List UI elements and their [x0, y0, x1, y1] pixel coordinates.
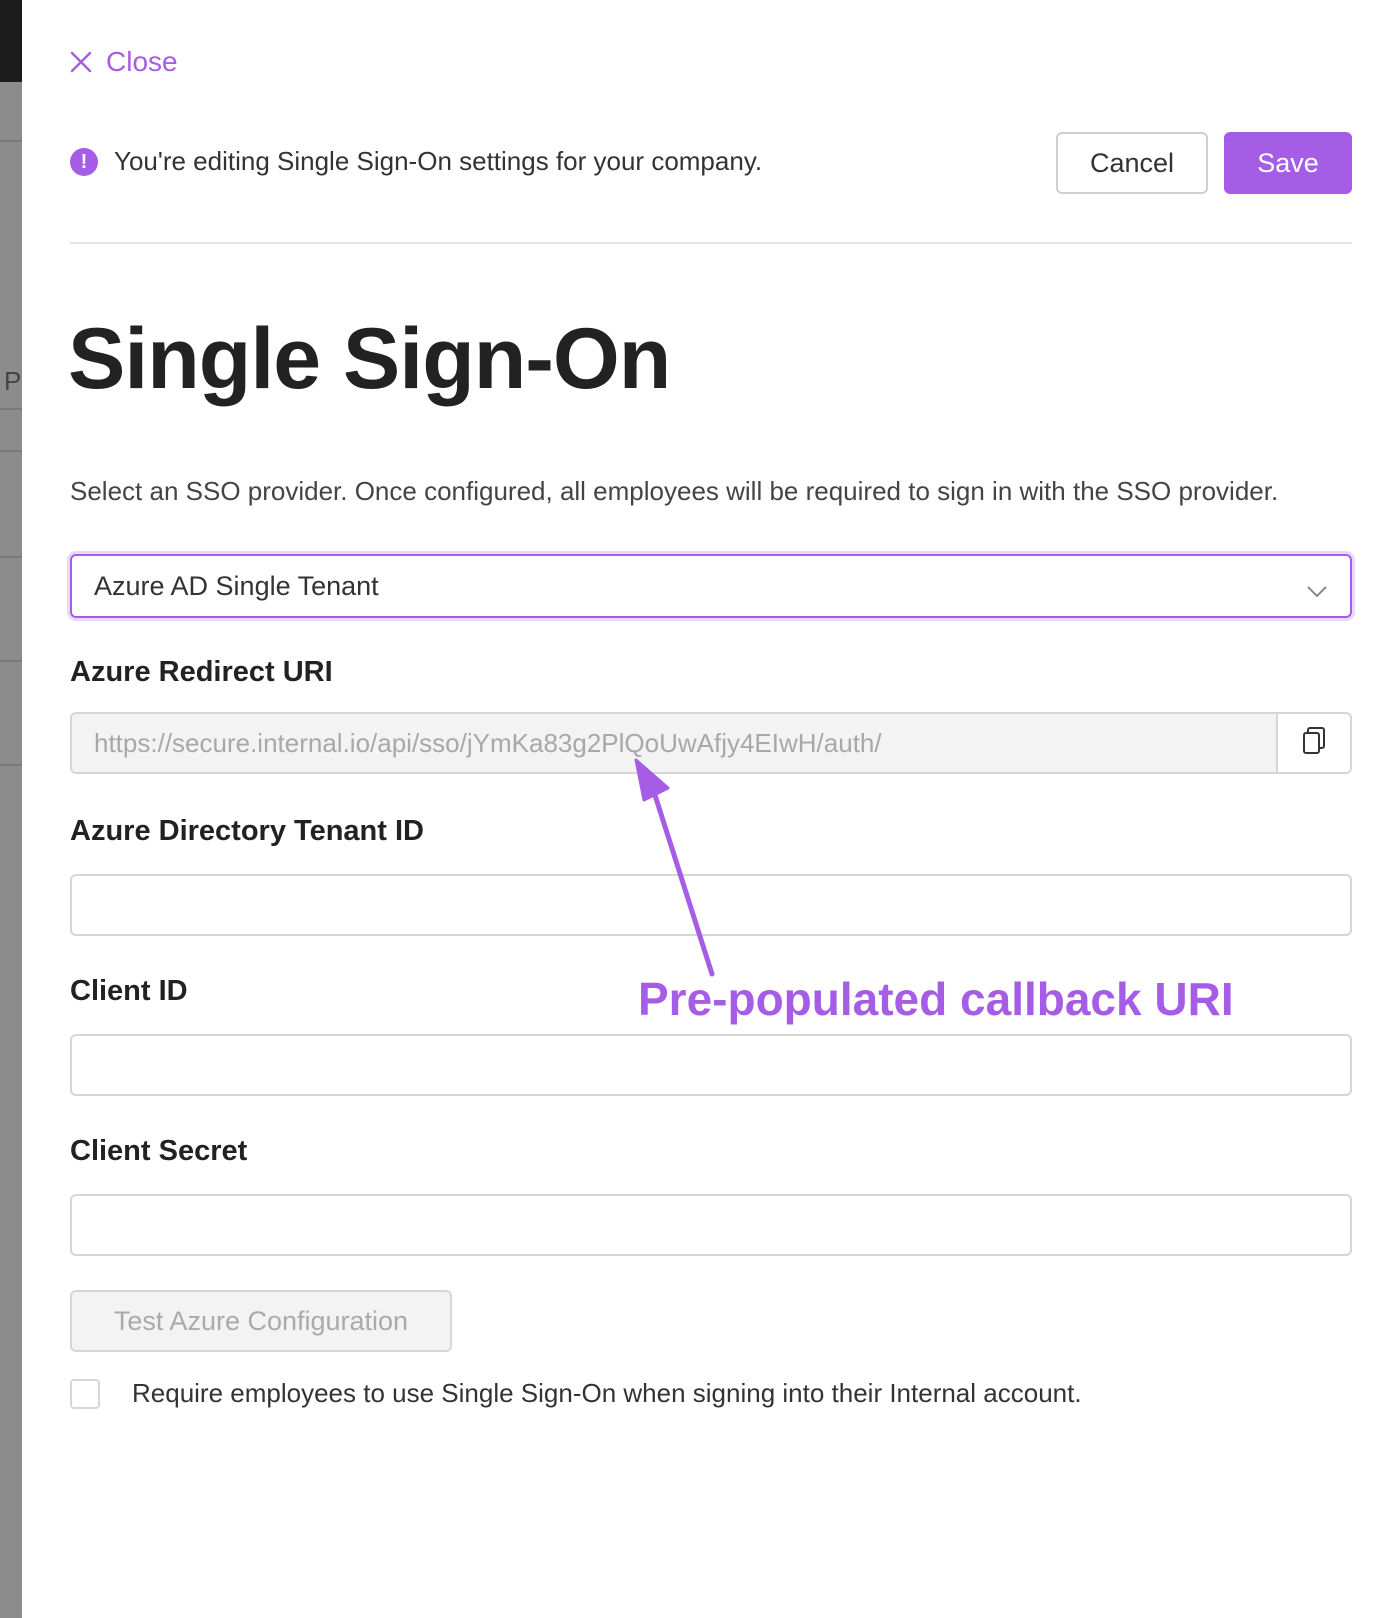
tenant-id-label: Azure Directory Tenant ID: [70, 815, 424, 847]
chevron-down-icon: [1306, 575, 1328, 606]
page-title: Single Sign-On: [68, 311, 671, 407]
background-divider: [0, 660, 22, 662]
require-sso-checkbox[interactable]: [70, 1378, 100, 1409]
copy-uri-button[interactable]: [1276, 714, 1350, 772]
editing-notice: ! You're editing Single Sign-On settings…: [70, 146, 762, 177]
page-description: Select an SSO provider. Once configured,…: [70, 476, 1279, 506]
background-app-strip: [0, 0, 22, 1618]
background-partial-text: P: [4, 366, 22, 396]
client-id-label: Client ID: [70, 975, 188, 1007]
client-id-input[interactable]: [70, 1034, 1352, 1096]
background-divider: [0, 450, 22, 452]
close-button[interactable]: Close: [70, 46, 178, 78]
client-secret-label: Client Secret: [70, 1135, 248, 1167]
require-sso-label: Require employees to use Single Sign-On …: [132, 1378, 1082, 1408]
sso-provider-value: Azure AD Single Tenant: [94, 570, 379, 601]
save-button[interactable]: Save: [1224, 132, 1352, 194]
background-divider: [0, 556, 22, 558]
test-configuration-button[interactable]: Test Azure Configuration: [70, 1290, 452, 1352]
callback-uri-annotation: Pre-populated callback URI: [638, 973, 1234, 1025]
close-icon: [70, 51, 92, 73]
background-app-header: [0, 0, 22, 82]
background-divider: [0, 764, 22, 766]
copy-icon: [1301, 726, 1327, 761]
notice-text: You're editing Single Sign-On settings f…: [114, 146, 763, 176]
sso-provider-select[interactable]: Azure AD Single Tenant: [70, 554, 1352, 618]
client-secret-input[interactable]: [70, 1194, 1352, 1256]
close-label: Close: [106, 46, 178, 77]
header-divider: [70, 242, 1352, 244]
redirect-uri-label: Azure Redirect URI: [70, 656, 333, 688]
info-icon: !: [70, 147, 98, 176]
sso-settings-panel: Close ! You're editing Single Sign-On se…: [22, 0, 1396, 1618]
background-divider: [0, 408, 22, 410]
background-divider: [0, 140, 22, 142]
require-sso-option: Require employees to use Single Sign-On …: [70, 1378, 1082, 1409]
annotation-arrow: [634, 758, 715, 977]
cancel-button[interactable]: Cancel: [1056, 132, 1208, 194]
